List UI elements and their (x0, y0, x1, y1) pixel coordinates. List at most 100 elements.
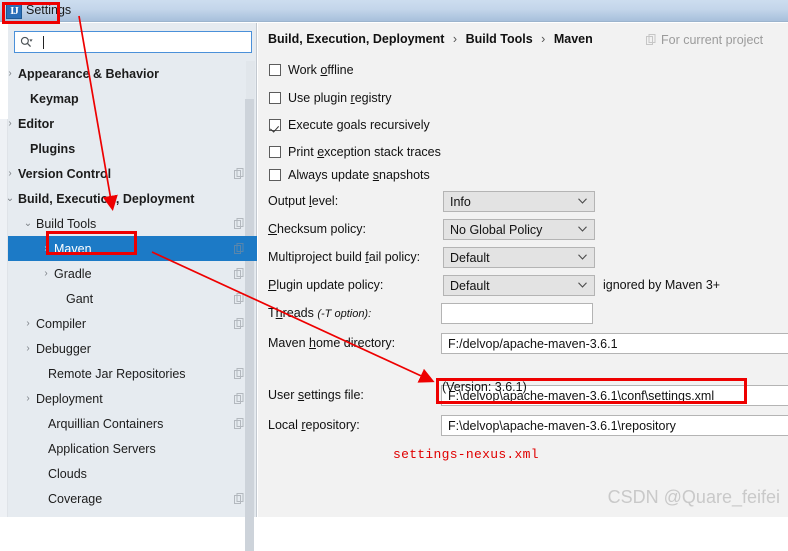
checkbox-row-use-plugin-registry[interactable]: Use plugin registry (269, 91, 392, 105)
intellij-idea-icon: IJ (6, 3, 22, 19)
field-label-local-repository: Local repository: (268, 418, 360, 432)
settings-dialog: IJ Settings ›Appearance & BehaviorKeymap… (0, 0, 788, 517)
breadcrumb-part-3: Maven (554, 32, 593, 46)
annotation-settings-nexus: settings-nexus.xml (393, 447, 539, 462)
sidebar-item-debugger[interactable]: ›Debugger (8, 336, 257, 361)
breadcrumb-part-2: Build Tools (466, 32, 533, 46)
breadcrumb: Build, Execution, Deployment › Build Too… (268, 32, 593, 46)
sidebar-item-compiler[interactable]: ›Compiler (8, 311, 257, 336)
sidebar-item-label: Keymap (30, 92, 79, 106)
copy-icon (234, 393, 245, 404)
checkbox-box[interactable] (269, 146, 281, 158)
checkbox-box[interactable] (269, 119, 281, 131)
breadcrumb-part-1: Build, Execution, Deployment (268, 32, 444, 46)
sidebar-item-keymap[interactable]: Keymap (8, 86, 257, 111)
input-maven-home-directory[interactable]: F:/delvop/apache-maven-3.6.1 (441, 333, 788, 354)
sidebar-item-deployment[interactable]: ›Deployment (8, 386, 257, 411)
sidebar-item-label: Gradle (54, 267, 92, 281)
breadcrumb-separator-icon: › (453, 32, 457, 46)
input-value: F:/delvop/apache-maven-3.6.1 (448, 337, 618, 351)
sidebar-item-label: Application Servers (48, 442, 156, 456)
sidebar-item-editor[interactable]: ›Editor (8, 111, 257, 136)
search-input[interactable] (14, 31, 252, 53)
chevron-icon[interactable]: › (8, 69, 16, 79)
sidebar-item-label: Version Control (18, 167, 111, 181)
chevron-icon[interactable]: › (22, 319, 34, 329)
sidebar-item-appearance-behavior[interactable]: ›Appearance & Behavior (8, 61, 257, 86)
chevron-icon[interactable]: ⌄ (22, 219, 34, 229)
sidebar-item-label: Deployment (36, 392, 103, 406)
left-edge-strip-top (0, 23, 8, 119)
breadcrumb-separator-icon: › (541, 32, 545, 46)
maven-version-note: (Version: 3.6.1) (442, 380, 527, 394)
search-icon (20, 36, 33, 49)
sidebar-item-application-servers[interactable]: Application Servers (8, 436, 257, 461)
checkbox-label: Execute goals recursively (288, 118, 430, 132)
field-label-maven-home-directory: Maven home directory: (268, 336, 395, 350)
chevron-icon[interactable]: › (40, 269, 52, 279)
sidebar-item-clouds[interactable]: Clouds (8, 461, 257, 486)
sidebar-item-build-execution-deployment[interactable]: ⌄Build, Execution, Deployment (8, 186, 257, 211)
sidebar-item-label: Build Tools (36, 217, 96, 231)
sidebar-item-label: Arquillian Containers (48, 417, 163, 431)
field-hint: (-T option): (317, 308, 371, 320)
chevron-down-icon (578, 254, 587, 260)
copy-icon (234, 168, 245, 179)
copy-icon (234, 293, 245, 304)
copy-icon (646, 34, 657, 45)
checkbox-row-work-offline[interactable]: Work offline (269, 63, 354, 77)
sidebar-item-label: Gant (66, 292, 93, 306)
combo-value: No Global Policy (450, 223, 542, 237)
sidebar-item-gant[interactable]: Gant (8, 286, 257, 311)
combo-value: Info (450, 195, 471, 209)
checkbox-row-print-exception-stack-traces[interactable]: Print exception stack traces (269, 145, 441, 159)
checkbox-box[interactable] (269, 92, 281, 104)
chevron-icon[interactable]: › (8, 169, 16, 179)
checkbox-label: Always update snapshots (288, 168, 430, 182)
sidebar-item-label: Build, Execution, Deployment (18, 192, 194, 206)
settings-tree: ›Appearance & BehaviorKeymap›EditorPlugi… (8, 61, 257, 517)
checkbox-row-execute-goals-recursively[interactable]: Execute goals recursively (269, 118, 430, 132)
sidebar-item-label: Clouds (48, 467, 87, 481)
sidebar-item-maven[interactable]: ›Maven (8, 236, 257, 261)
maven-settings-panel: Build, Execution, Deployment › Build Too… (258, 23, 788, 517)
for-current-project-text: For current project (661, 33, 763, 47)
sidebar-item-plugins[interactable]: Plugins (8, 136, 257, 161)
input-threads[interactable] (441, 303, 593, 324)
combo-multiproject-build-fail-policy[interactable]: Default (443, 247, 595, 268)
sidebar-item-coverage[interactable]: Coverage (8, 486, 257, 511)
sidebar-item-label: Debugger (36, 342, 91, 356)
sidebar-item-gradle[interactable]: ›Gradle (8, 261, 257, 286)
sidebar-item-version-control[interactable]: ›Version Control (8, 161, 257, 186)
chevron-icon[interactable]: › (8, 119, 16, 129)
window-titlebar: IJ Settings (0, 0, 788, 22)
chevron-down-icon (578, 226, 587, 232)
checkbox-box[interactable] (269, 169, 281, 181)
csdn-watermark: CSDN @Quare_feifei (608, 487, 780, 508)
chevron-icon[interactable]: › (40, 244, 52, 254)
field-label-threads: Threads (-T option): (268, 306, 371, 320)
sidebar-item-build-tools[interactable]: ⌄Build Tools (8, 211, 257, 236)
checkbox-box[interactable] (269, 64, 281, 76)
combo-output-level[interactable]: Info (443, 191, 595, 212)
sidebar-item-remote-jar-repositories[interactable]: Remote Jar Repositories (8, 361, 257, 386)
combo-plugin-update-policy[interactable]: Default (443, 275, 595, 296)
copy-icon (234, 493, 245, 504)
chevron-icon[interactable]: › (22, 394, 34, 404)
chevron-icon[interactable]: ⌄ (8, 194, 16, 204)
sidebar-item-arquillian-containers[interactable]: Arquillian Containers (8, 411, 257, 436)
input-local-repository[interactable]: F:\delvop\apache-maven-3.6.1\repository (441, 415, 788, 436)
checkbox-row-always-update-snapshots[interactable]: Always update snapshots (269, 168, 430, 182)
copy-icon (234, 418, 245, 429)
copy-icon (234, 218, 245, 229)
combo-checksum-policy[interactable]: No Global Policy (443, 219, 595, 240)
chevron-icon[interactable]: › (22, 344, 34, 354)
sidebar-item-label: Plugins (30, 142, 75, 156)
checkbox-label: Use plugin registry (288, 91, 392, 105)
window-title: Settings (26, 3, 71, 17)
checkbox-label: Work offline (288, 63, 354, 77)
combo-value: Default (450, 251, 490, 265)
copy-icon (234, 368, 245, 379)
copy-icon (234, 243, 245, 254)
sidebar-item-label: Appearance & Behavior (18, 67, 159, 81)
